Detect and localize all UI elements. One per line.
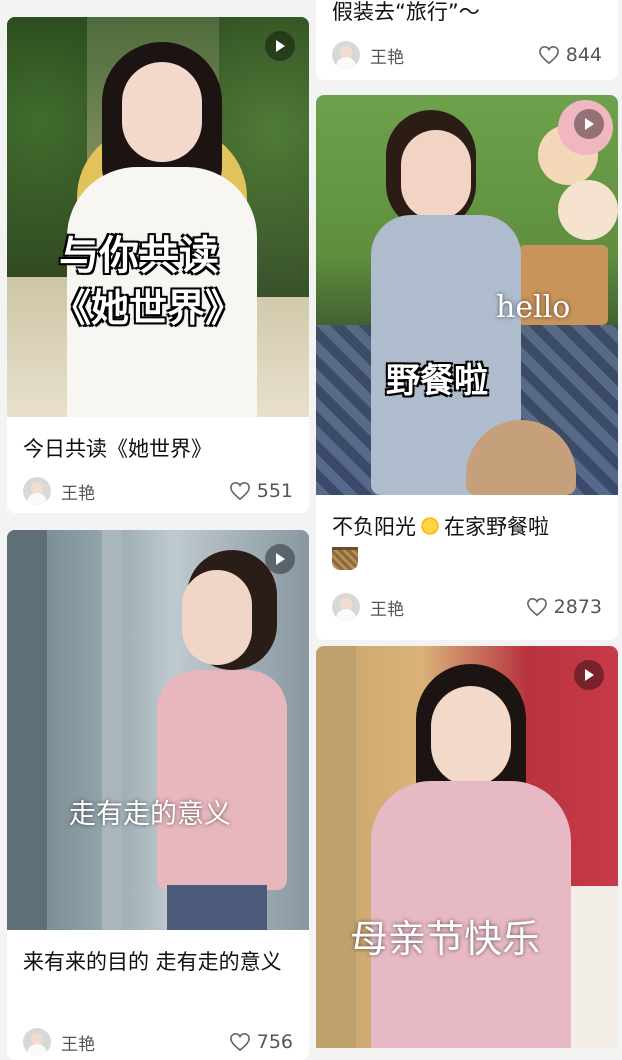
heart-outline-icon <box>229 481 250 501</box>
video-card-picnic[interactable]: 野餐啦 hello 不负阳光 在家野餐啦 王艳 2873 <box>316 95 618 640</box>
basket-emoji <box>332 547 358 570</box>
video-card-walking[interactable]: 走有走的意义 来有来的目的 走有走的意义 王艳 756 <box>7 530 309 1060</box>
play-icon <box>276 40 285 52</box>
overlay-title-line2: 《她世界》 <box>53 286 244 330</box>
card-title-part1: 不负阳光 <box>332 515 416 539</box>
heart-outline-icon <box>526 597 547 617</box>
avatar[interactable] <box>23 1028 51 1056</box>
like-count: 844 <box>565 44 602 66</box>
video-card-mothers-day[interactable]: 母亲节快乐 <box>316 646 618 1048</box>
video-thumbnail[interactable]: 母亲节快乐 <box>316 646 618 1048</box>
like-count: 551 <box>256 480 293 502</box>
author-name[interactable]: 王艳 <box>370 595 404 620</box>
like-button[interactable]: 844 <box>538 44 602 66</box>
avatar[interactable] <box>332 41 360 69</box>
heart-outline-icon <box>538 45 559 65</box>
like-button[interactable]: 551 <box>229 480 293 502</box>
card-title[interactable]: 不负阳光 在家野餐啦 <box>316 511 618 577</box>
video-card-reading[interactable]: 与你共读 《她世界》 今日共读《她世界》 王艳 551 <box>7 17 309 513</box>
card-meta: 王艳 2873 <box>332 592 602 622</box>
play-icon <box>276 553 285 565</box>
card-meta: 王艳 551 <box>23 476 293 506</box>
like-button[interactable]: 2873 <box>526 596 602 618</box>
play-button[interactable] <box>574 660 604 690</box>
play-button[interactable] <box>574 109 604 139</box>
card-title[interactable]: 假装去“旅行”～ <box>316 0 496 29</box>
video-thumbnail[interactable]: 野餐啦 hello <box>316 95 618 495</box>
author-name[interactable]: 王艳 <box>61 1030 95 1055</box>
card-title[interactable]: 今日共读《她世界》 <box>7 433 309 466</box>
avatar[interactable] <box>332 593 360 621</box>
heart-outline-icon <box>229 1032 250 1052</box>
author-name[interactable]: 王艳 <box>61 479 95 504</box>
avatar[interactable] <box>23 477 51 505</box>
like-count: 756 <box>256 1031 293 1053</box>
play-icon <box>585 118 594 130</box>
card-meta: 王艳 844 <box>332 40 602 70</box>
card-title-part2: 在家野餐啦 <box>444 515 549 539</box>
card-title[interactable]: 来有来的目的 走有走的意义 <box>7 946 309 979</box>
play-button[interactable] <box>265 544 295 574</box>
play-icon <box>585 669 594 681</box>
video-thumbnail[interactable]: 与你共读 《她世界》 <box>7 17 309 417</box>
video-thumbnail[interactable]: 走有走的意义 <box>7 530 309 930</box>
overlay-caption: 母亲节快乐 <box>350 917 541 961</box>
card-meta: 王艳 756 <box>23 1027 293 1057</box>
overlay-caption: 走有走的意义 <box>69 799 231 830</box>
author-name[interactable]: 王艳 <box>370 43 404 68</box>
play-button[interactable] <box>265 31 295 61</box>
like-button[interactable]: 756 <box>229 1031 293 1053</box>
overlay-title-line1: 与你共读 <box>59 233 219 279</box>
like-count: 2873 <box>553 596 602 618</box>
overlay-caption: 野餐啦 <box>386 361 488 401</box>
overlay-hello: hello <box>496 290 571 325</box>
sun-emoji <box>419 515 441 537</box>
video-card-travel[interactable]: 假装去“旅行”～ 王艳 844 <box>316 0 618 80</box>
